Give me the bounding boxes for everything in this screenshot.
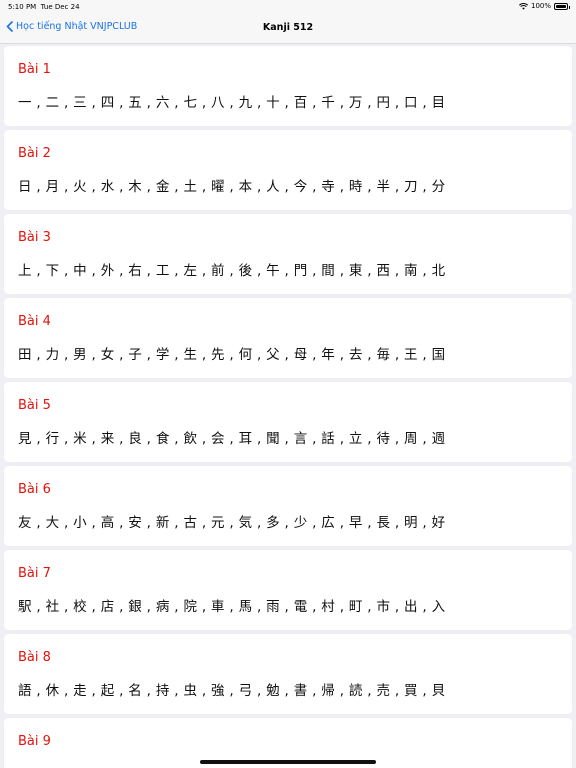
- lesson-kanji-list: 語 , 休 , 走 , 起 , 名 , 持 , 虫 , 強 , 弓 , 勉 , …: [18, 683, 446, 699]
- lesson-list: Bài 1 一 , 二 , 三 , 四 , 五 , 六 , 七 , 八 , 九 …: [0, 44, 576, 768]
- status-bar: 5:10 PM Tue Dec 24 100%: [0, 0, 576, 14]
- lesson-title: Bài 4: [18, 314, 51, 329]
- lesson-title: Bài 6: [18, 482, 51, 497]
- lesson-card[interactable]: Bài 2 日 , 月 , 火 , 水 , 木 , 金 , 土 , 曜 , 本 …: [4, 130, 572, 210]
- lesson-title: Bài 3: [18, 230, 51, 245]
- lesson-card[interactable]: Bài 8 語 , 休 , 走 , 起 , 名 , 持 , 虫 , 強 , 弓 …: [4, 634, 572, 714]
- lesson-card[interactable]: Bài 3 上 , 下 , 中 , 外 , 右 , 工 , 左 , 前 , 後 …: [4, 214, 572, 294]
- lesson-kanji-list: 田 , 力 , 男 , 女 , 子 , 学 , 生 , 先 , 何 , 父 , …: [18, 347, 446, 363]
- lesson-card[interactable]: Bài 4 田 , 力 , 男 , 女 , 子 , 学 , 生 , 先 , 何 …: [4, 298, 572, 378]
- lesson-title: Bài 1: [18, 62, 51, 77]
- lesson-kanji-list: 日 , 月 , 火 , 水 , 木 , 金 , 土 , 曜 , 本 , 人 , …: [18, 179, 446, 195]
- battery-icon: [554, 2, 570, 10]
- lesson-kanji-list: 駅 , 社 , 校 , 店 , 銀 , 病 , 院 , 車 , 馬 , 雨 , …: [18, 599, 446, 615]
- wifi-icon: [519, 2, 528, 10]
- lesson-card[interactable]: Bài 5 見 , 行 , 米 , 来 , 良 , 食 , 飲 , 会 , 耳 …: [4, 382, 572, 462]
- lesson-title: Bài 9: [18, 734, 51, 749]
- home-indicator[interactable]: [200, 760, 376, 764]
- status-indicators: 100%: [519, 2, 570, 10]
- lesson-card[interactable]: Bài 7 駅 , 社 , 校 , 店 , 銀 , 病 , 院 , 車 , 馬 …: [4, 550, 572, 630]
- lesson-title: Bài 8: [18, 650, 51, 665]
- screen: 5:10 PM Tue Dec 24 100% Học tiếng Nhật V…: [0, 0, 576, 768]
- lesson-card[interactable]: Bài 6 友 , 大 , 小 , 高 , 安 , 新 , 古 , 元 , 気 …: [4, 466, 572, 546]
- status-time: 5:10 PM Tue Dec 24: [8, 3, 80, 11]
- lesson-kanji-list: 見 , 行 , 米 , 来 , 良 , 食 , 飲 , 会 , 耳 , 聞 , …: [18, 431, 446, 447]
- lesson-kanji-list: 一 , 二 , 三 , 四 , 五 , 六 , 七 , 八 , 九 , 十 , …: [18, 95, 446, 111]
- lesson-kanji-list: 上 , 下 , 中 , 外 , 右 , 工 , 左 , 前 , 後 , 午 , …: [18, 263, 446, 279]
- status-time-text: 5:10 PM: [8, 3, 37, 11]
- navigation-bar: Học tiếng Nhật VNJPCLUB Kanji 512: [0, 14, 576, 44]
- battery-level-fill: [556, 4, 566, 8]
- status-date-text: Tue Dec 24: [40, 3, 80, 11]
- battery-percent: 100%: [530, 2, 551, 10]
- lesson-title: Bài 5: [18, 398, 51, 413]
- lesson-title: Bài 7: [18, 566, 51, 581]
- lesson-card[interactable]: Bài 1 一 , 二 , 三 , 四 , 五 , 六 , 七 , 八 , 九 …: [4, 46, 572, 126]
- page-title: Kanji 512: [262, 22, 314, 33]
- lesson-kanji-list: 友 , 大 , 小 , 高 , 安 , 新 , 古 , 元 , 気 , 多 , …: [18, 515, 446, 531]
- lesson-title: Bài 2: [18, 146, 51, 161]
